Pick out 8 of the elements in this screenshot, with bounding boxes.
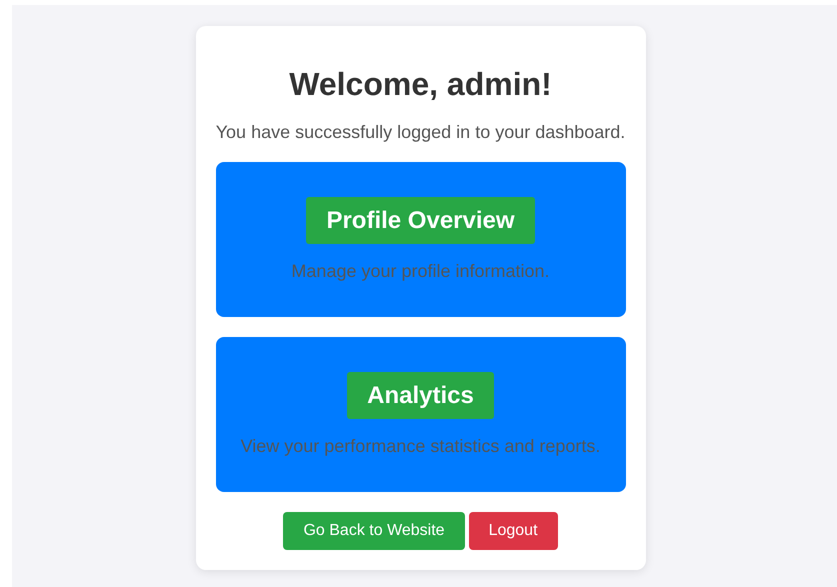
panel-heading: Analytics: [347, 372, 494, 419]
back-button[interactable]: Go Back to Website: [283, 512, 465, 550]
panel-heading: Profile Overview: [306, 197, 535, 244]
logout-button[interactable]: Logout: [468, 512, 558, 550]
panel-description: Manage your profile information.: [291, 261, 550, 282]
welcome-title: Welcome, admin!: [289, 66, 552, 103]
welcome-subtitle: You have successfully logged in to your dashboard.: [216, 122, 626, 143]
panel-description: View your performance statistics and reports.: [240, 436, 600, 457]
